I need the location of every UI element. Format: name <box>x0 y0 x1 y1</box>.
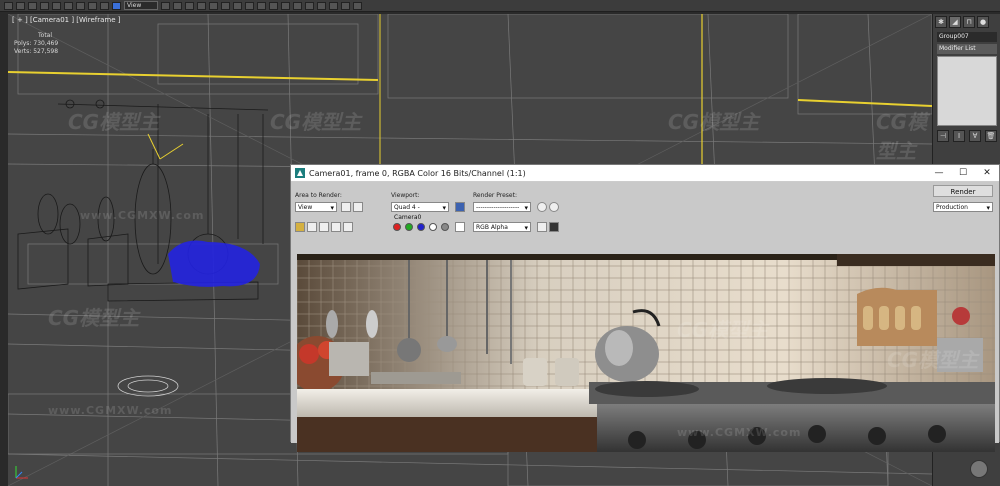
rendered-frame-window[interactable]: Camera01, frame 0, RGBA Color 16 Bits/Ch… <box>290 164 1000 452</box>
axis-tripod-icon <box>15 466 28 479</box>
motion-tab-icon[interactable]: ● <box>977 16 989 28</box>
toggle-ui-overlay-icon[interactable] <box>537 222 547 232</box>
edit-region-icon[interactable] <box>341 202 351 212</box>
material-editor-icon[interactable] <box>317 1 326 10</box>
remove-modifier-icon[interactable]: 🗑 <box>985 130 997 142</box>
lock-viewport-icon[interactable] <box>455 202 465 212</box>
percent-snap-icon[interactable] <box>233 1 242 10</box>
viewport-label[interactable]: [ + ] [Camera01 ] [Wireframe ] <box>12 16 120 24</box>
hierarchy-tab-icon[interactable]: ⊓ <box>963 16 975 28</box>
watermark-url: www.CGMXW.com <box>677 426 802 439</box>
select-icon[interactable] <box>76 1 85 10</box>
watermark-logo: CG模型主 <box>887 348 979 372</box>
watermark-logo: CG模型主 <box>270 110 362 134</box>
area-to-render-dropdown[interactable]: View <box>295 202 337 213</box>
render-setup-icon[interactable] <box>329 1 338 10</box>
create-tab-icon[interactable]: ✱ <box>935 16 947 28</box>
watermark-logo: CG模型主 <box>68 110 160 134</box>
move-icon[interactable] <box>173 1 182 10</box>
display-channel-dropdown[interactable]: RGB Alpha <box>473 222 531 233</box>
clone-window-icon[interactable] <box>319 222 329 232</box>
blue-channel-icon[interactable] <box>417 223 425 231</box>
polys-value: 730,469 <box>33 40 59 47</box>
render-setup-icon[interactable] <box>537 202 547 212</box>
watermark-url: www.CGMXW.com <box>48 404 173 417</box>
toggle-ui-icon[interactable] <box>549 222 559 232</box>
reference-coordinate-dropdown[interactable]: View <box>124 1 158 10</box>
mirror-icon[interactable] <box>257 1 266 10</box>
watermark-logo: CG模型主 <box>668 110 760 134</box>
green-channel-icon[interactable] <box>405 223 413 231</box>
minimize-button[interactable]: — <box>927 165 951 181</box>
modify-tab-icon[interactable]: ◢ <box>949 16 961 28</box>
make-unique-icon[interactable]: ∀ <box>969 130 981 142</box>
window-crossing-icon[interactable] <box>112 1 121 10</box>
object-name-field[interactable]: Group007 <box>937 32 997 42</box>
close-button[interactable]: ✕ <box>975 165 999 181</box>
unlink-icon[interactable] <box>40 1 49 10</box>
snap-icon[interactable] <box>209 1 218 10</box>
render-window-title: Camera01, frame 0, RGBA Color 16 Bits/Ch… <box>309 168 526 178</box>
pivot-icon[interactable] <box>161 1 170 10</box>
render-frame-icon[interactable] <box>341 1 350 10</box>
select-by-name-icon[interactable] <box>88 1 97 10</box>
viewport-label: Viewport: <box>391 192 420 199</box>
verts-value: 527,598 <box>33 48 59 55</box>
curve-editor-icon[interactable] <box>293 1 302 10</box>
stats-verts: Verts: 527,598 <box>14 48 59 55</box>
3dsmax-app-icon <box>295 168 305 178</box>
stats-total-label: Total <box>38 32 53 39</box>
maximize-button[interactable]: ☐ <box>951 165 975 181</box>
align-icon[interactable] <box>269 1 278 10</box>
production-dropdown[interactable]: Production <box>933 202 993 213</box>
auto-region-icon[interactable] <box>353 202 363 212</box>
render-icon[interactable] <box>353 1 362 10</box>
render-window-body: Area to Render: View Viewport: Quad 4 - … <box>291 182 999 452</box>
red-channel-icon[interactable] <box>393 223 401 231</box>
spinner-snap-icon[interactable] <box>245 1 254 10</box>
scene-statistics: Total Polys: 730,469 Verts: 527,598 <box>14 32 58 56</box>
environment-effects-icon[interactable] <box>549 202 559 212</box>
main-toolbar: View <box>0 0 1000 12</box>
redo-icon[interactable] <box>16 1 25 10</box>
command-panel-tabs: ✱ ◢ ⊓ ● <box>933 14 1000 30</box>
modifier-stack[interactable] <box>937 56 997 126</box>
watermark-logo: CG模型主 <box>677 318 769 342</box>
show-end-result-icon[interactable]: Ⅰ <box>953 130 965 142</box>
render-preset-label: Render Preset: <box>473 192 517 199</box>
watermark-url: www.CGMXW.com <box>80 209 205 222</box>
layer-icon[interactable] <box>281 1 290 10</box>
bind-icon[interactable] <box>52 1 61 10</box>
undo-icon[interactable] <box>4 1 13 10</box>
rendered-image: CG模型主 www.CGMXW.com CG模型主 <box>297 254 995 452</box>
background-color-swatch[interactable] <box>455 222 465 232</box>
render-preset-dropdown[interactable]: -------------------- <box>473 202 531 213</box>
copy-image-icon[interactable] <box>307 222 317 232</box>
stats-polys: Polys: 730,469 <box>14 40 59 47</box>
save-image-icon[interactable] <box>295 222 305 232</box>
alpha-channel-icon[interactable] <box>429 223 437 231</box>
render-window-titlebar[interactable]: Camera01, frame 0, RGBA Color 16 Bits/Ch… <box>291 165 999 182</box>
rotate-icon[interactable] <box>185 1 194 10</box>
watermark-logo: CG模型主 <box>48 306 140 330</box>
modifier-stack-buttons: ⊣ Ⅰ ∀ 🗑 <box>937 130 997 142</box>
monochrome-icon[interactable] <box>441 223 449 231</box>
print-icon[interactable] <box>331 222 341 232</box>
scale-icon[interactable] <box>197 1 206 10</box>
navigation-widget-icon[interactable] <box>970 460 988 478</box>
render-button[interactable]: Render <box>933 185 993 197</box>
link-icon[interactable] <box>28 1 37 10</box>
modifier-list-dropdown[interactable]: Modifier List <box>937 44 997 54</box>
angle-snap-icon[interactable] <box>221 1 230 10</box>
clear-icon[interactable] <box>343 222 353 232</box>
watermark-logo: CG模型主 <box>876 110 928 163</box>
viewport-dropdown[interactable]: Quad 4 - Camera0 <box>391 202 449 221</box>
pin-stack-icon[interactable]: ⊣ <box>937 130 949 142</box>
schematic-icon[interactable] <box>305 1 314 10</box>
filter-icon[interactable] <box>64 1 73 10</box>
rect-select-icon[interactable] <box>100 1 109 10</box>
area-to-render-label: Area to Render: <box>295 192 342 199</box>
